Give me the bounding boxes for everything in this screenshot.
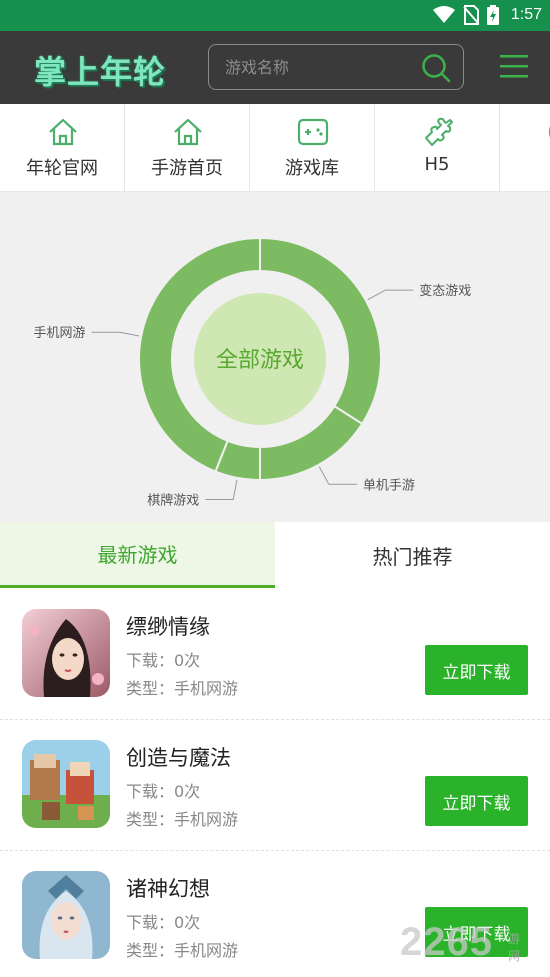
nav-label: 年轮官网 (26, 158, 98, 179)
nav-item-mobile-home[interactable]: 手游首页 (125, 104, 250, 191)
chart-title: 全部游戏 (216, 348, 304, 373)
game-downloads: 下载：0次 (126, 913, 201, 932)
download-button[interactable]: 立即下载 (425, 645, 528, 695)
status-bar: 1:57 (0, 0, 550, 31)
game-category-chart: 变态游戏单机手游棋牌游戏 手机网游全部游戏 (0, 192, 550, 522)
battery-charging-icon (486, 5, 499, 25)
tab-newest-games[interactable]: 最新游戏 (0, 522, 275, 588)
app-logo[interactable]: 掌上年轮 (34, 47, 166, 93)
game-list-item[interactable]: 创造与魔法 下载：0次 类型：手机网游 立即下载 (0, 720, 550, 851)
category-nav: 年轮官网 手游首页 游戏库 H5 资 (0, 104, 550, 192)
wifi-icon (432, 6, 455, 23)
nav-label: H5 (424, 154, 450, 175)
menu-icon[interactable] (500, 53, 528, 79)
home-icon (174, 118, 202, 146)
game-downloads: 下载：0次 (126, 782, 201, 801)
game-type: 类型：手机网游 (126, 941, 239, 960)
gamepad-icon (297, 118, 329, 146)
site-watermark: 2265 游网 (400, 920, 520, 970)
game-name: 创造与魔法 (126, 746, 231, 770)
slice-leader-line (205, 479, 238, 500)
puzzle-icon (425, 117, 453, 146)
nav-item-more[interactable]: 资 (500, 104, 550, 191)
slice-label: 变态游戏 (419, 283, 471, 299)
app-header: 掌上年轮 (0, 31, 550, 104)
watermark-number: 2265 (400, 920, 493, 964)
game-list: 缥缈情缘 下载：0次 类型：手机网游 立即下载 创造与魔法 下载：0次 类型：手… (0, 589, 550, 977)
status-icons: 1:57 (432, 4, 542, 26)
status-time: 1:57 (510, 6, 542, 23)
search-box[interactable] (208, 44, 464, 90)
slice-leader-line (318, 466, 357, 485)
slice-leader-line (91, 331, 140, 337)
nav-item-game-library[interactable]: 游戏库 (250, 104, 375, 191)
nav-label: 手游首页 (151, 158, 223, 179)
game-type: 类型：手机网游 (126, 679, 239, 698)
game-cover-image[interactable] (22, 871, 110, 959)
game-cover-image[interactable] (22, 740, 110, 828)
nav-item-h5[interactable]: H5 (375, 104, 500, 191)
donut-chart: 变态游戏单机手游棋牌游戏 手机网游全部游戏 (34, 236, 471, 508)
game-name: 缥缈情缘 (126, 615, 210, 639)
search-input[interactable] (225, 55, 415, 79)
slice-label: 棋牌游戏 (147, 492, 199, 508)
slice-leader-line (367, 289, 414, 301)
slice-label: 手机网游 (34, 326, 86, 341)
nav-label: 资 (500, 154, 550, 180)
game-downloads: 下载：0次 (126, 651, 201, 670)
nav-item-official-site[interactable]: 年轮官网 (0, 104, 125, 191)
tab-hot-recommend[interactable]: 热门推荐 (275, 522, 550, 588)
nav-label: 游戏库 (285, 158, 339, 179)
game-list-item[interactable]: 缥缈情缘 下载：0次 类型：手机网游 立即下载 (0, 589, 550, 720)
list-tabs: 最新游戏 热门推荐 (0, 522, 550, 588)
watermark-text: 游网 (508, 932, 521, 963)
slice-label: 单机手游 (363, 478, 415, 493)
game-cover-image[interactable] (22, 609, 110, 697)
no-sim-icon (463, 5, 479, 25)
game-name: 诸神幻想 (126, 877, 210, 901)
game-type: 类型：手机网游 (126, 810, 239, 829)
download-button[interactable]: 立即下载 (425, 776, 528, 826)
home-icon (49, 118, 77, 146)
search-icon[interactable] (421, 53, 451, 83)
